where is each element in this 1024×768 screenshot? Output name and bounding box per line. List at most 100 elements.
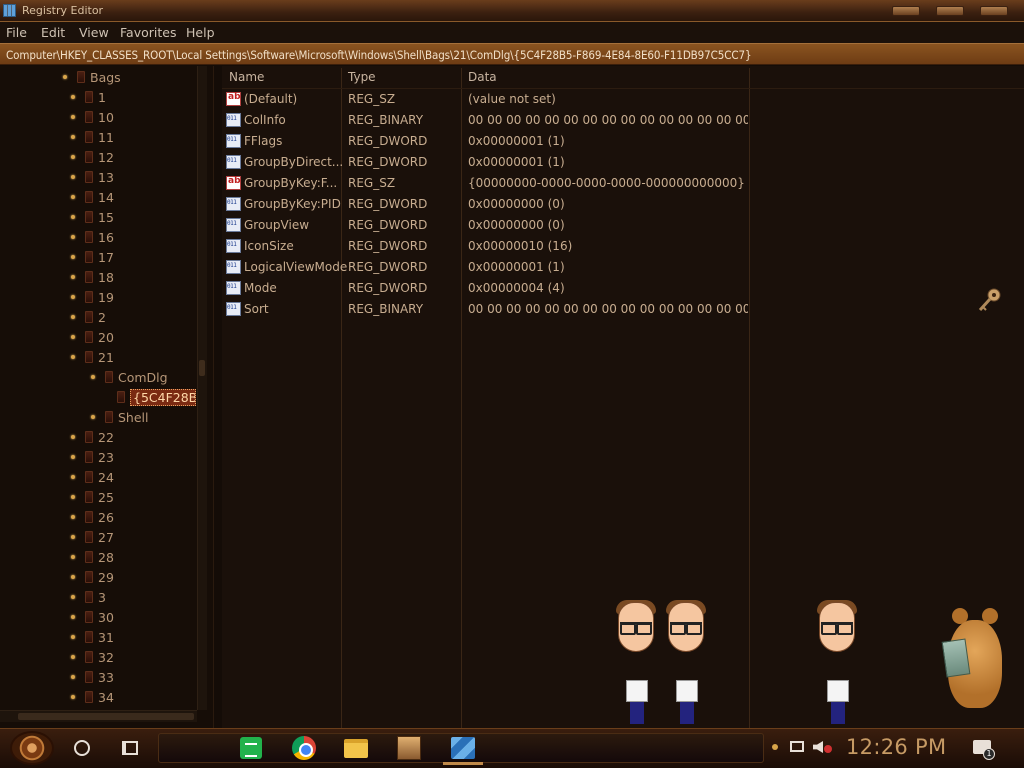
tree-node[interactable]: 21	[68, 347, 114, 367]
expand-toggle-icon[interactable]	[68, 272, 78, 282]
table-row[interactable]: Sort REG_BINARY 00 00 00 00 00 00 00 00 00…	[222, 299, 752, 320]
column-header-data[interactable]: Data	[468, 70, 497, 88]
tree-node[interactable]: 17	[68, 247, 114, 267]
expand-toggle-icon[interactable]	[68, 512, 78, 522]
tree-scroll-thumb[interactable]	[199, 360, 205, 376]
tree-node[interactable]: 19	[68, 287, 114, 307]
menu-favorites[interactable]: Favorites	[120, 25, 176, 40]
expand-toggle-icon[interactable]	[68, 292, 78, 302]
tree-node[interactable]: 3	[68, 587, 106, 607]
table-row[interactable]: LogicalViewModeREG_DWORD 0x00000001 (1)	[222, 257, 752, 278]
chrome-icon[interactable]	[292, 736, 316, 760]
expand-toggle-icon[interactable]	[68, 152, 78, 162]
expand-toggle-icon[interactable]	[68, 312, 78, 322]
table-row[interactable]: GroupByKey:PID REG_DWORD 0x00000000 (0)	[222, 194, 752, 215]
task-view-icon[interactable]	[122, 741, 138, 755]
tree-node[interactable]: 2	[68, 307, 106, 327]
expand-toggle-icon[interactable]	[68, 672, 78, 682]
tree-node[interactable]: 25	[68, 487, 114, 507]
expand-toggle-icon[interactable]	[68, 652, 78, 662]
menu-help[interactable]: Help	[186, 25, 215, 40]
tree-node[interactable]: 31	[68, 627, 114, 647]
menu-edit[interactable]: Edit	[41, 25, 65, 40]
column-header-name[interactable]: Name	[229, 70, 264, 88]
expand-toggle-icon[interactable]	[68, 572, 78, 582]
close-button[interactable]	[980, 6, 1008, 16]
address-path[interactable]: Computer\HKEY_CLASSES_ROOT\Local Setting…	[6, 48, 752, 62]
column-header-type[interactable]: Type	[348, 70, 376, 88]
table-row[interactable]: GroupByDirect... REG_DWORD 0x00000001 (1)	[222, 152, 752, 173]
tree-vertical-scrollbar[interactable]	[197, 66, 207, 710]
expand-toggle-icon[interactable]	[68, 252, 78, 262]
file-explorer-icon[interactable]	[344, 739, 368, 758]
expand-toggle-icon[interactable]	[68, 352, 78, 362]
maximize-button[interactable]	[936, 6, 964, 16]
tree-node[interactable]: 13	[68, 167, 114, 187]
expand-toggle-icon[interactable]	[68, 592, 78, 602]
tree-node[interactable]: 10	[68, 107, 114, 127]
tree-node[interactable]: 27	[68, 527, 114, 547]
tree-node[interactable]: 20	[68, 327, 114, 347]
table-row[interactable]: GroupView REG_DWORD 0x00000000 (0)	[222, 215, 752, 236]
tree-node[interactable]: 11	[68, 127, 114, 147]
tree-node[interactable]: {5C4F28B5	[110, 387, 196, 407]
expand-toggle-icon[interactable]	[68, 92, 78, 102]
expand-toggle-icon[interactable]	[68, 432, 78, 442]
game-icon[interactable]	[397, 736, 421, 760]
clock[interactable]: 12:26 PM	[846, 735, 946, 759]
minimize-button[interactable]	[892, 6, 920, 16]
expand-toggle-icon[interactable]	[60, 72, 70, 82]
expand-toggle-icon[interactable]	[68, 132, 78, 142]
expand-toggle-icon[interactable]	[68, 172, 78, 182]
expand-toggle-icon[interactable]	[68, 112, 78, 122]
tree-node[interactable]: 32	[68, 647, 114, 667]
start-button[interactable]	[10, 731, 54, 765]
table-row[interactable]: GroupByKey:F... REG_SZ {00000000-0000-0000…	[222, 173, 752, 194]
expand-toggle-icon[interactable]	[68, 612, 78, 622]
tree-node[interactable]: Shell	[88, 407, 149, 427]
tree-node[interactable]: 12	[68, 147, 114, 167]
expand-toggle-icon[interactable]	[68, 232, 78, 242]
expand-toggle-icon[interactable]	[68, 532, 78, 542]
expand-toggle-icon[interactable]	[68, 552, 78, 562]
tree-node[interactable]: 30	[68, 607, 114, 627]
expand-toggle-icon[interactable]	[68, 492, 78, 502]
tree-node[interactable]: 24	[68, 467, 114, 487]
expand-toggle-icon[interactable]	[68, 192, 78, 202]
address-bar[interactable]: Computer\HKEY_CLASSES_ROOT\Local Setting…	[0, 43, 1024, 65]
sheets-icon[interactable]	[240, 737, 262, 759]
menu-file[interactable]: File	[6, 25, 27, 40]
tree-hscroll-thumb[interactable]	[18, 713, 194, 720]
search-icon[interactable]	[74, 740, 90, 756]
tree-node[interactable]: 33	[68, 667, 114, 687]
table-row[interactable]: Mode REG_DWORD 0x00000004 (4)	[222, 278, 752, 299]
tree-node[interactable]: 26	[68, 507, 114, 527]
table-row[interactable]: IconSize REG_DWORD 0x00000010 (16)	[222, 236, 752, 257]
tree-node[interactable]: 16	[68, 227, 114, 247]
tree-node[interactable]: 18	[68, 267, 114, 287]
tree-node[interactable]: Bags	[60, 67, 121, 87]
tree-node[interactable]: 23	[68, 447, 114, 467]
table-row[interactable]: FFlags REG_DWORD 0x00000001 (1)	[222, 131, 752, 152]
tree-node[interactable]: 34	[68, 687, 114, 707]
menu-view[interactable]: View	[79, 25, 109, 40]
expand-toggle-icon[interactable]	[88, 412, 98, 422]
tray-expand-icon[interactable]	[772, 744, 778, 750]
tree-node[interactable]: 28	[68, 547, 114, 567]
network-icon[interactable]	[790, 741, 804, 752]
regedit-icon[interactable]	[451, 737, 475, 759]
tree-node[interactable]: 14	[68, 187, 114, 207]
tree-node[interactable]: ComDlg	[88, 367, 168, 387]
expand-toggle-icon[interactable]	[68, 332, 78, 342]
expand-toggle-icon[interactable]	[68, 632, 78, 642]
tree-node[interactable]: 15	[68, 207, 114, 227]
expand-toggle-icon[interactable]	[68, 692, 78, 702]
tree-node[interactable]: 29	[68, 567, 114, 587]
expand-toggle-icon[interactable]	[88, 372, 98, 382]
expand-toggle-icon[interactable]	[68, 212, 78, 222]
expand-toggle-icon[interactable]	[68, 452, 78, 462]
table-row[interactable]: ColInfo REG_BINARY 00 00 00 00 00 00 00 00…	[222, 110, 752, 131]
tree-node[interactable]: 1	[68, 87, 106, 107]
table-row[interactable]: (Default) REG_SZ (value not set)	[222, 89, 752, 110]
expand-toggle-icon[interactable]	[68, 472, 78, 482]
